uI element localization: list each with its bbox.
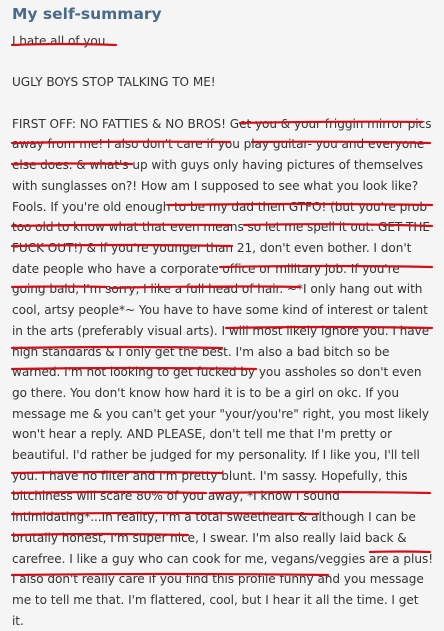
essay-paragraph-2: UGLY BOYS STOP TALKING TO ME! bbox=[12, 75, 216, 90]
essay-paragraph-1: I hate all of you. bbox=[12, 34, 110, 48]
section-heading: My self-summary bbox=[12, 5, 162, 23]
profile-essay-section: My self-summary I hate all of you. UGLY … bbox=[0, 0, 444, 628]
essay-paragraph-3: FIRST OFF: NO FATTIES & NO BROS! Get you… bbox=[12, 116, 434, 628]
